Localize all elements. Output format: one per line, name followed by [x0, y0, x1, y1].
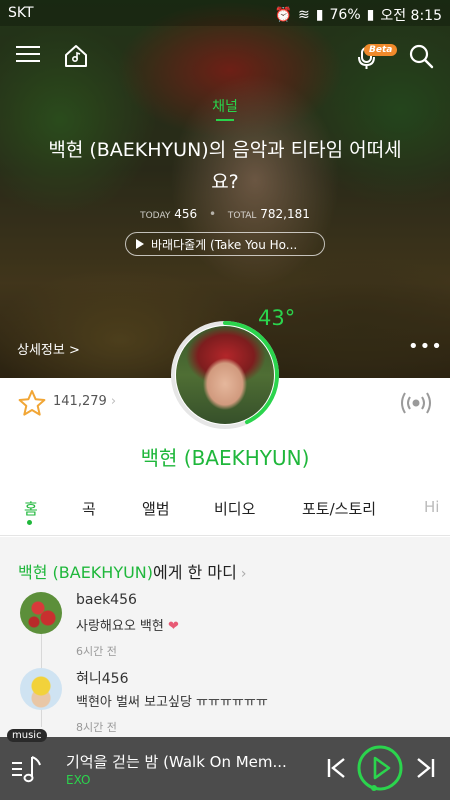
detail-info-link[interactable]: 상세정보 > — [17, 339, 80, 358]
channel-label-underline — [216, 119, 234, 121]
broadcast-icon[interactable] — [399, 388, 433, 418]
status-bar: SKT ⏰ ≋ ▮ 76% ▮ 오전 8:15 — [0, 0, 450, 26]
tab-home[interactable]: 홈 — [24, 498, 38, 519]
more-options-button[interactable]: ••• — [408, 338, 443, 356]
next-track-icon[interactable] — [414, 756, 436, 780]
tab-hi[interactable]: Hi — [424, 498, 439, 516]
channel-label: 채널 — [212, 99, 238, 115]
comments-section: 백현 (BAEKHYUN)에게 한 마디 › baek456 사랑해요오 백현 ❤… — [0, 537, 450, 737]
menu-button[interactable] — [14, 42, 42, 70]
home-button[interactable] — [62, 42, 90, 70]
star-icon[interactable] — [17, 388, 47, 418]
favorite-count[interactable]: 141,279 › — [53, 394, 116, 409]
artist-name: 백현 (BAEKHYUN) — [140, 446, 310, 470]
stats-separator: • — [208, 207, 217, 221]
heart-icon: ❤ — [168, 619, 179, 634]
commenter-avatar — [20, 668, 62, 710]
comment-time: 6시간 전 — [76, 645, 117, 658]
chevron-right-icon: › — [240, 566, 247, 582]
comments-title-rest: 에게 한 마디 — [153, 563, 237, 582]
home-icon — [65, 45, 87, 67]
search-icon — [409, 44, 434, 69]
channel-title: 백현 (BAEKHYUN)의 음악과 티타임 어떠세요? — [48, 139, 402, 193]
comment-text: 백현아 벌써 보고싶당 ㅠㅠㅠㅠㅠㅠ — [76, 695, 268, 710]
tab-songs[interactable]: 곡 — [82, 498, 96, 519]
total-count: 782,181 — [260, 207, 310, 221]
play-icon — [136, 239, 144, 249]
commenter-name: 혀니456 — [76, 671, 129, 687]
commenter-avatar — [20, 592, 62, 634]
mini-player: 기억을 걷는 밤 (Walk On Mem... EXO — [0, 737, 450, 800]
artist-avatar-wrap[interactable] — [170, 320, 280, 430]
search-button[interactable] — [407, 42, 435, 70]
tab-albums[interactable]: 앨범 — [142, 498, 170, 519]
clock: 오전 8:15 — [380, 8, 442, 24]
comment-text: 사랑해요오 백현 ❤ — [76, 615, 179, 634]
carrier: SKT — [8, 5, 34, 21]
comments-section-title[interactable]: 백현 (BAEKHYUN)에게 한 마디 › — [18, 559, 246, 583]
visit-stats: TODAY 456 • TOTAL 782,181 — [0, 207, 450, 221]
tab-bar: 홈 곡 앨범 비디오 포토/스토리 Hi — [0, 490, 450, 536]
menu-icon-bar — [16, 53, 40, 55]
music-badge: music — [7, 729, 47, 742]
favorite-count-value: 141,279 — [53, 394, 107, 409]
status-icons: ⏰ ≋ ▮ 76% ▮ 오전 8:15 — [275, 5, 442, 25]
artist-avatar — [176, 326, 274, 424]
previous-track-icon[interactable] — [326, 756, 348, 780]
play-button[interactable] — [356, 744, 404, 792]
track-artist: EXO — [66, 773, 91, 787]
commenter-name: baek456 — [76, 592, 137, 608]
total-label: TOTAL — [227, 211, 257, 221]
battery-percent: 76% — [329, 7, 361, 23]
alarm-icon: ⏰ — [274, 7, 293, 23]
now-playing-text: 바래다줄게 (Take You Ho... — [151, 237, 298, 252]
comments-title-artist: 백현 (BAEKHYUN) — [18, 563, 154, 582]
tab-photo-story[interactable]: 포토/스토리 — [302, 498, 376, 519]
comment-time: 8시간 전 — [76, 721, 117, 734]
playlist-icon[interactable] — [10, 751, 46, 787]
battery-icon: ▮ — [366, 7, 375, 23]
beta-badge: Beta — [364, 44, 398, 56]
menu-icon-bar — [16, 60, 40, 62]
menu-icon-bar — [16, 46, 40, 48]
wifi-icon: ≋ — [298, 7, 310, 23]
tab-videos[interactable]: 비디오 — [214, 498, 255, 519]
comment-text-body: 사랑해요오 백현 — [76, 619, 164, 634]
now-playing-pill[interactable]: 바래다줄게 (Take You Ho... — [125, 232, 325, 256]
track-title[interactable]: 기억을 걷는 밤 (Walk On Mem... — [66, 751, 316, 772]
chevron-right-icon: › — [110, 394, 117, 409]
today-count: 456 — [174, 207, 198, 221]
today-label: TODAY — [140, 211, 171, 221]
active-tab-indicator — [27, 520, 32, 525]
signal-icon: ▮ — [315, 7, 324, 23]
